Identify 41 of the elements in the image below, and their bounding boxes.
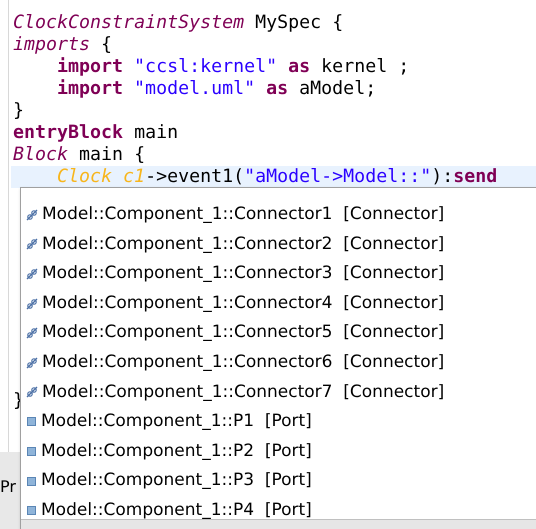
connector-icon xyxy=(26,356,38,369)
code-line: import "model.uml" as aModel; xyxy=(56,78,378,100)
tab-label[interactable]: Pr xyxy=(0,478,16,496)
completion-item[interactable]: Model::Component_1::Connector1 [Connector] xyxy=(21,200,536,230)
completion-label: Model::Component_1::Connector6 [Connector] xyxy=(42,351,444,374)
code-line: import "ccsl:kernel" as kernel ; xyxy=(56,56,410,78)
completion-item[interactable]: Model::Component_1::Connector4 [Connector] xyxy=(21,288,536,318)
completion-label: Model::Component_1::P1 [Port] xyxy=(41,410,312,434)
completion-label: Model::Component_1::Connector7 [Connector] xyxy=(42,380,444,404)
port-icon xyxy=(27,417,36,426)
completion-label: Model::Component_1::Connector3 [Connector] xyxy=(42,262,444,286)
completion-item[interactable]: Model::Component_1::P2 [Port] xyxy=(21,436,536,466)
completion-label: Model::Component_1::Connector1 [Connector] xyxy=(42,203,444,226)
completion-item[interactable]: Model::Component_1::Connector7 [Connector] xyxy=(21,378,536,408)
code-line: entryBlock main xyxy=(13,122,180,144)
completion-item[interactable]: Model::Component_1::Connector2 [Connector] xyxy=(21,230,536,260)
completion-label: Model::Component_1::Connector4 [Connector] xyxy=(42,292,444,315)
code-line: } xyxy=(13,100,26,122)
port-icon xyxy=(27,476,36,486)
connector-icon xyxy=(26,238,38,250)
code-line: Block main { xyxy=(13,144,146,166)
code-line: ClockConstraintSystem MySpec { xyxy=(13,12,344,34)
connector-icon xyxy=(26,386,38,398)
port-icon xyxy=(27,447,36,456)
completion-label: Model::Component_1::Connector2 [Connector] xyxy=(42,232,444,256)
completion-item[interactable]: Model::Component_1::Connector3 [Connector] xyxy=(21,259,536,289)
connector-icon xyxy=(26,208,38,221)
completion-item[interactable]: Model::Component_1::Connector6 [Connector] xyxy=(21,348,536,378)
completion-label: Model::Component_1::P2 [Port] xyxy=(41,440,312,463)
completion-label: Model::Component_1::P3 [Port] xyxy=(41,469,312,492)
completion-label: Model::Component_1::P4 [Port] xyxy=(41,498,312,522)
completion-label: Model::Component_1::Connector5 [Connector] xyxy=(42,321,444,344)
completion-item[interactable]: Model::Component_1::Connector5 [Connector] xyxy=(21,318,536,348)
connector-icon xyxy=(26,327,38,340)
completion-item[interactable]: Model::Component_1::P3 [Port] xyxy=(21,466,536,496)
completion-item[interactable]: Model::Component_1::P1 [Port] xyxy=(21,407,536,437)
code-line: imports { xyxy=(13,34,114,56)
connector-icon xyxy=(26,298,38,310)
connector-icon xyxy=(26,268,38,280)
completion-item[interactable]: Model::Component_1::P4 [Port] xyxy=(21,496,536,526)
port-icon xyxy=(27,506,36,516)
